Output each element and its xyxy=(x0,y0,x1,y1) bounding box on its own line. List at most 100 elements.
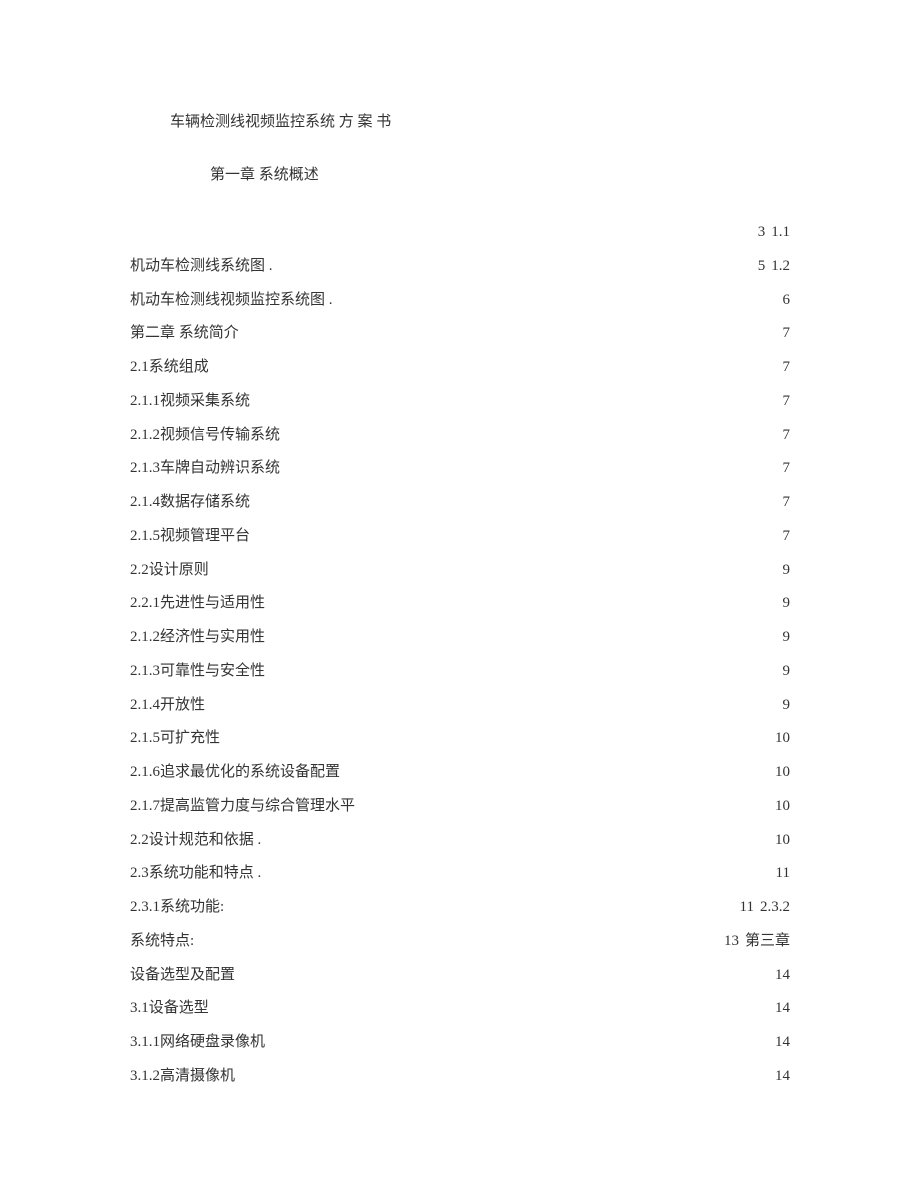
toc-label: 2.2.1先进性与适用性 xyxy=(130,587,265,621)
toc-leader-dots xyxy=(254,525,778,540)
toc-page-number: 9 xyxy=(783,554,791,588)
toc-label: 2.1.5可扩充性 xyxy=(130,722,220,756)
toc-page-number: 9 xyxy=(783,689,791,723)
toc-page-number: 9 xyxy=(783,587,791,621)
toc-trailing-text: 1.2 xyxy=(771,250,790,284)
toc-leader-dots xyxy=(243,322,779,337)
toc-page-number: 7 xyxy=(783,317,791,351)
toc-entry: 3.1.2高清摄像机 14 xyxy=(130,1060,790,1094)
toc-leader-dots xyxy=(284,424,778,439)
toc-leader-dots xyxy=(254,390,778,405)
toc-leader-dots xyxy=(269,660,778,675)
toc-page-number: 11 xyxy=(740,891,754,925)
toc-leader-dots xyxy=(224,727,771,742)
toc-label: 2.2设计原则 xyxy=(130,554,209,588)
toc-entry: 2.1系统组成 7 xyxy=(130,351,790,385)
toc-leader-dots xyxy=(269,1031,771,1046)
toc-page-number: 5 xyxy=(758,250,766,284)
toc-page-number: 7 xyxy=(783,520,791,554)
toc-entry: 机动车检测线视频监控系统图 . 6 xyxy=(130,284,790,318)
toc-leader-dots xyxy=(269,592,778,607)
toc-label: 2.1.2经济性与实用性 xyxy=(130,621,265,655)
toc-leader-dots xyxy=(213,997,771,1012)
toc-leader-dots xyxy=(228,896,735,911)
toc-label: 设备选型及配置 xyxy=(130,959,235,993)
toc-leader-dots xyxy=(359,795,771,810)
toc-label: 2.1.3可靠性与安全性 xyxy=(130,655,265,689)
toc-page-number: 10 xyxy=(775,722,790,756)
toc-label: 2.1.6追求最优化的系统设备配置 xyxy=(130,756,340,790)
toc-entry: 2.1.3可靠性与安全性9 xyxy=(130,655,790,689)
chapter-heading: 第一章 系统概述 xyxy=(130,163,790,184)
toc-label: 机动车检测线视频监控系统图 . xyxy=(130,284,333,318)
toc-page-number: 14 xyxy=(775,992,790,1026)
toc-page-number: 14 xyxy=(775,1060,790,1094)
toc-entry: 2.2设计原则 9 xyxy=(130,554,790,588)
toc-leader-dots xyxy=(239,964,771,979)
toc-entry: 2.1.1视频采集系统 7 xyxy=(130,385,790,419)
toc-leader-dots xyxy=(284,457,778,472)
toc-page-number: 14 xyxy=(775,959,790,993)
toc-label: 系统特点: xyxy=(130,925,194,959)
toc-label: 第二章 系统简介 xyxy=(130,317,239,351)
toc-label: 2.1.4开放性 xyxy=(130,689,205,723)
toc-leader-dots xyxy=(277,255,754,270)
toc-leader-dots xyxy=(239,1065,771,1080)
toc-label: 2.3.1系统功能: xyxy=(130,891,224,925)
toc-trailing-text: 1.1 xyxy=(771,216,790,250)
toc-page-number: 3 xyxy=(758,216,766,250)
toc-entry: 设备选型及配置 14 xyxy=(130,959,790,993)
toc-label: 2.1系统组成 xyxy=(130,351,209,385)
toc-leader-dots xyxy=(198,930,720,945)
toc-page-number: 14 xyxy=(775,1026,790,1060)
toc-trailing-text: 第三章 xyxy=(745,925,790,959)
toc-leader-dots xyxy=(269,626,778,641)
toc-leader-dots xyxy=(213,356,779,371)
toc-leader-dots xyxy=(213,559,779,574)
toc-label: 3.1设备选型 xyxy=(130,992,209,1026)
toc-page-number: 13 xyxy=(724,925,739,959)
toc-leader-dots xyxy=(344,761,771,776)
toc-page-number: 10 xyxy=(775,756,790,790)
toc-entry: 2.1.5可扩充性 10 xyxy=(130,722,790,756)
toc-page-number: 10 xyxy=(775,824,790,858)
toc-entry: 2.1.6追求最优化的系统设备配置 10 xyxy=(130,756,790,790)
toc-label: 2.2设计规范和依据 . xyxy=(130,824,261,858)
toc-label: 2.1.3车牌自动辨识系统 xyxy=(130,452,280,486)
toc-label: 2.1.5视频管理平台 xyxy=(130,520,250,554)
toc-entry: 3.1设备选型 14 xyxy=(130,992,790,1026)
toc-entry: 2.1.3车牌自动辨识系统 7 xyxy=(130,452,790,486)
toc-leader-dots xyxy=(337,289,779,304)
toc-page-number: 7 xyxy=(783,351,791,385)
toc-page-number: 7 xyxy=(783,486,791,520)
toc-entry: 2.1.2视频信号传输系统7 xyxy=(130,419,790,453)
toc-label: 机动车检测线系统图 . xyxy=(130,250,273,284)
toc-label: 2.3系统功能和特点 . xyxy=(130,857,261,891)
doc-title: 车辆检测线视频监控系统 方 案 书 xyxy=(130,110,790,131)
toc-entry: 31.1 xyxy=(130,216,790,250)
toc-page-number: 10 xyxy=(775,790,790,824)
toc-entry: 第二章 系统简介 7 xyxy=(130,317,790,351)
toc-leader-dots xyxy=(265,829,771,844)
toc-entry: 2.2.1先进性与适用性 9 xyxy=(130,587,790,621)
toc-leader-dots xyxy=(254,491,778,506)
toc-entry: 系统特点: 13第三章 xyxy=(130,925,790,959)
toc-entry: 机动车检测线系统图 . 5 1.2 xyxy=(130,250,790,284)
toc-entry: 2.1.4开放性 9 xyxy=(130,689,790,723)
toc-page-number: 7 xyxy=(783,452,791,486)
toc-page-number: 9 xyxy=(783,621,791,655)
toc-entry: 2.3系统功能和特点 . 11 xyxy=(130,857,790,891)
toc-leader-dots xyxy=(134,221,754,236)
toc-label: 3.1.1网络硬盘录像机 xyxy=(130,1026,265,1060)
toc-page-number: 7 xyxy=(783,385,791,419)
toc-entry: 2.1.7提高监管力度与综合管理水平10 xyxy=(130,790,790,824)
toc-label: 2.1.2视频信号传输系统 xyxy=(130,419,280,453)
toc-page-number: 11 xyxy=(776,857,790,891)
toc-leader-dots xyxy=(265,862,771,877)
toc-trailing-text: 2.3.2 xyxy=(760,891,790,925)
table-of-contents: 31.1机动车检测线系统图 .51.2机动车检测线视频监控系统图 .6第二章 系… xyxy=(130,216,790,1094)
toc-page-number: 6 xyxy=(783,284,791,318)
toc-label: 3.1.2高清摄像机 xyxy=(130,1060,235,1094)
toc-entry: 2.1.2经济性与实用性 9 xyxy=(130,621,790,655)
toc-label: 2.1.1视频采集系统 xyxy=(130,385,250,419)
